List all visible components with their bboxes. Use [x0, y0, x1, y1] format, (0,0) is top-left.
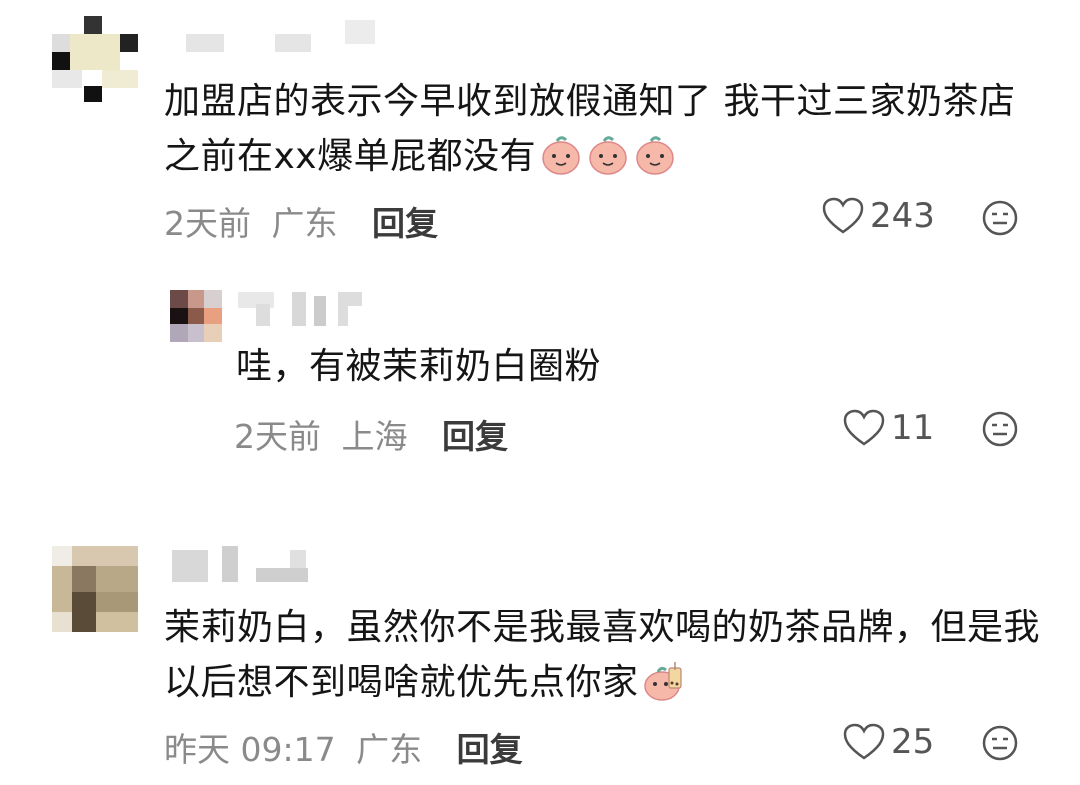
reply-button[interactable]: 回复	[457, 730, 523, 769]
comment-text: 哇，有被茉莉奶白圈粉	[236, 346, 602, 387]
like-button[interactable]: 25	[843, 722, 934, 762]
heart-icon	[822, 197, 864, 234]
comment-meta: 昨天 09:17 广东 回复	[164, 723, 523, 771]
like-count: 11	[891, 408, 935, 448]
comment-meta: 2天前 上海 回复	[234, 410, 508, 458]
dislike-face-icon[interactable]	[982, 411, 1018, 447]
like-count: 243	[870, 196, 935, 236]
like-count: 25	[891, 722, 935, 762]
dislike-face-icon[interactable]	[982, 200, 1018, 236]
reply-button[interactable]: 回复	[442, 417, 508, 456]
dislike-face-icon[interactable]	[982, 725, 1018, 761]
like-button[interactable]: 243	[822, 196, 935, 236]
comment-time: 2天前	[234, 417, 321, 456]
avatar[interactable]	[170, 290, 222, 342]
comment-location: 广东	[271, 204, 338, 243]
comment-meta: 2天前 广东 回复	[164, 197, 438, 245]
peach-smile-emoji	[589, 136, 627, 175]
heart-icon	[843, 723, 885, 760]
like-button[interactable]: 11	[843, 408, 934, 448]
reply-button[interactable]: 回复	[372, 204, 438, 243]
comment-location: 广东	[356, 730, 423, 769]
comment-time: 昨天 09:17	[164, 730, 336, 769]
comment-text: 加盟店的表示今早收到放假通知了 我干过三家奶茶店 之前在xx爆单屁都没有	[164, 81, 1016, 177]
comment-time: 2天前	[164, 204, 251, 243]
username-redacted[interactable]	[238, 292, 363, 326]
peach-milktea-emoji	[643, 662, 682, 701]
peach-smile-emoji	[542, 136, 580, 175]
avatar[interactable]	[52, 546, 138, 632]
heart-icon	[843, 409, 885, 446]
peach-smile-emoji	[636, 136, 674, 175]
username-redacted[interactable]	[172, 546, 312, 582]
comment-text: 茉莉奶白，虽然你不是我最喜欢喝的奶茶品牌，但是我以后想不到喝啥就优先点你家	[164, 607, 1041, 703]
username-redacted[interactable]	[180, 20, 390, 56]
avatar[interactable]	[52, 16, 138, 102]
comment-location: 上海	[341, 417, 408, 456]
